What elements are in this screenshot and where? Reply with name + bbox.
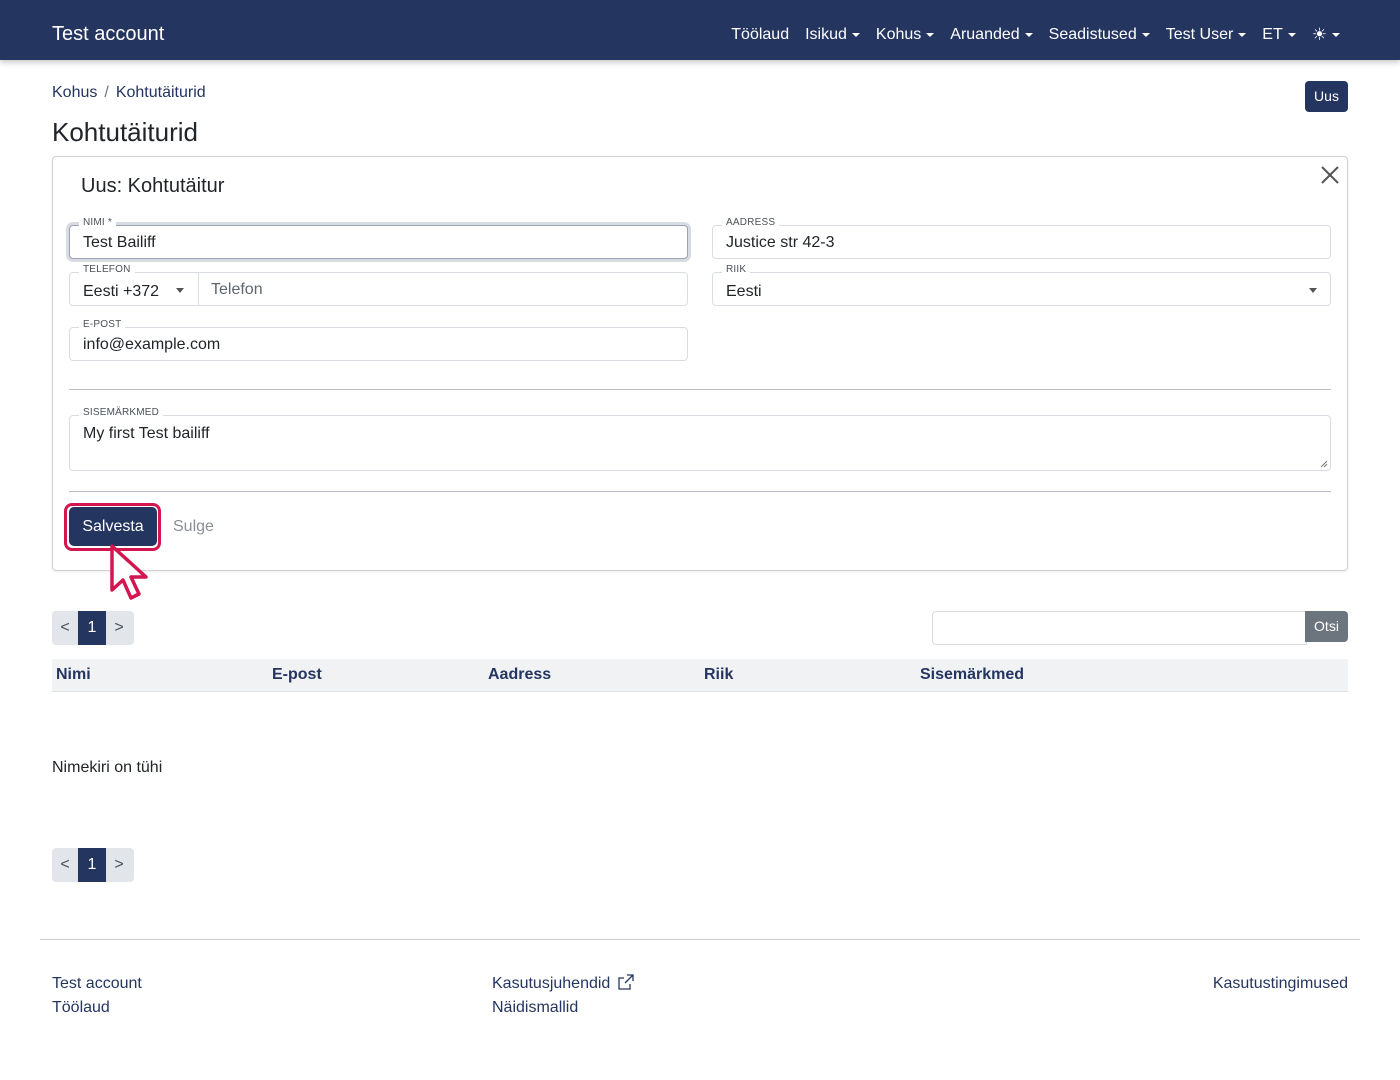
address-label: AADRESS bbox=[722, 217, 780, 229]
nav-item-label: Isikud bbox=[805, 26, 847, 43]
caret-down-icon bbox=[1238, 33, 1247, 37]
caret-down-icon bbox=[1332, 33, 1340, 37]
footer-link-label: Kasutusjuhendid bbox=[492, 975, 611, 992]
theme-toggle[interactable]: ☀ bbox=[1312, 24, 1340, 46]
column-header-name[interactable]: Nimi bbox=[56, 666, 91, 684]
country-select[interactable]: RIIK Eesti bbox=[712, 264, 1331, 306]
nav-item-label: Aruanded bbox=[950, 26, 1020, 43]
nav-item-label: Test User bbox=[1165, 26, 1234, 43]
search-input[interactable] bbox=[932, 611, 1307, 645]
empty-list-message: Nimekiri on tühi bbox=[52, 759, 163, 776]
address-field[interactable]: AADRESS Justice str 42-3 bbox=[712, 217, 1331, 259]
caret-down-icon bbox=[1024, 33, 1033, 37]
name-value: Test Bailiff bbox=[83, 234, 156, 251]
external-link-icon bbox=[618, 974, 634, 990]
nav-item-label: Seadistused bbox=[1048, 26, 1137, 43]
footer-link-terms[interactable]: Kasutustingimused bbox=[1213, 974, 1348, 994]
nav-item-language[interactable]: ET bbox=[1262, 24, 1296, 46]
close-button[interactable]: Sulge bbox=[173, 517, 214, 537]
page-1-button[interactable]: 1 bbox=[78, 848, 106, 882]
form-divider bbox=[69, 491, 1331, 492]
breadcrumb-separator: / bbox=[104, 84, 109, 101]
caret-down-icon bbox=[1287, 33, 1296, 37]
new-bailiff-form-card: Uus: Kohtutäitur NIMI * Test Bailiff AAD… bbox=[52, 156, 1348, 571]
email-label: E-POST bbox=[79, 319, 126, 331]
form-title: Uus: Kohtutäitur bbox=[81, 175, 225, 197]
nav-item-kohus[interactable]: Kohus bbox=[875, 24, 935, 46]
nav-item-label: Töölaud bbox=[731, 26, 790, 43]
nav-item-seadistused[interactable]: Seadistused bbox=[1049, 24, 1150, 46]
country-value: Eesti bbox=[726, 283, 762, 300]
nav-item-aruanded[interactable]: Aruanded bbox=[950, 24, 1033, 46]
sun-icon: ☀ bbox=[1311, 25, 1327, 44]
notes-label: SISEMÄRKMED bbox=[79, 407, 164, 419]
phone-divider bbox=[198, 273, 199, 305]
notes-value: My first Test bailiff bbox=[83, 425, 210, 442]
nav-item-toolaud[interactable]: Töölaud bbox=[731, 24, 789, 46]
next-page-button[interactable]: > bbox=[106, 611, 132, 645]
breadcrumb: Kohus / Kohtutäiturid bbox=[52, 83, 206, 103]
footer-link-manuals[interactable]: Kasutusjuhendid bbox=[492, 974, 634, 994]
footer-divider bbox=[40, 939, 1360, 940]
email-value: info@example.com bbox=[83, 336, 221, 353]
prev-page-button[interactable]: < bbox=[52, 611, 78, 645]
breadcrumb-item-kohus[interactable]: Kohus bbox=[52, 83, 97, 103]
chevron-down-icon bbox=[176, 288, 184, 293]
nav-item-isikud[interactable]: Isikud bbox=[805, 24, 860, 46]
mouse-pointer-icon bbox=[110, 544, 148, 600]
footer-link-dashboard[interactable]: Töölaud bbox=[52, 998, 110, 1018]
caret-down-icon bbox=[926, 33, 935, 37]
top-navbar: Test account Töölaud Isikud Kohus Aruand… bbox=[0, 0, 1400, 60]
nav-item-label: Kohus bbox=[875, 26, 922, 43]
nav-item-user-menu[interactable]: Test User bbox=[1166, 24, 1247, 46]
form-divider bbox=[69, 389, 1331, 390]
resize-handle-icon[interactable] bbox=[1320, 460, 1328, 468]
address-value: Justice str 42-3 bbox=[726, 234, 835, 251]
column-header-notes[interactable]: Sisemärkmed bbox=[920, 666, 1024, 684]
phone-field: TELEFON Eesti +372 Telefon bbox=[69, 264, 688, 306]
email-field[interactable]: E-POST info@example.com bbox=[69, 319, 688, 361]
page-1-button[interactable]: 1 bbox=[78, 611, 106, 645]
phone-input[interactable]: Telefon bbox=[211, 281, 263, 299]
phone-label: TELEFON bbox=[79, 264, 135, 276]
footer-link-templates[interactable]: Näidismallid bbox=[492, 998, 578, 1018]
pagination-bottom: < 1 > bbox=[52, 848, 134, 882]
footer-link-account[interactable]: Test account bbox=[52, 974, 142, 994]
caret-down-icon bbox=[851, 33, 860, 37]
column-header-country[interactable]: Riik bbox=[704, 666, 733, 684]
nav-item-label: ET bbox=[1262, 26, 1283, 43]
close-icon[interactable] bbox=[1318, 163, 1342, 187]
page-title: Kohtutäiturid bbox=[52, 117, 198, 147]
caret-down-icon bbox=[1141, 33, 1150, 37]
name-label: NIMI * bbox=[79, 217, 116, 229]
chevron-down-icon bbox=[1309, 288, 1317, 293]
prev-page-button[interactable]: < bbox=[52, 848, 78, 882]
country-label: RIIK bbox=[722, 264, 751, 276]
next-page-button[interactable]: > bbox=[106, 848, 132, 882]
name-field[interactable]: NIMI * Test Bailiff bbox=[69, 217, 688, 259]
column-header-address[interactable]: Aadress bbox=[488, 666, 551, 684]
nav-menu: Töölaud Isikud Kohus Aruanded Seadistuse… bbox=[731, 24, 1340, 46]
breadcrumb-item-kohtutaiturid[interactable]: Kohtutäiturid bbox=[116, 83, 206, 103]
search-button[interactable]: Otsi bbox=[1305, 611, 1348, 642]
column-header-email[interactable]: E-post bbox=[272, 666, 322, 684]
pagination-top: < 1 > bbox=[52, 611, 134, 645]
table-header: Nimi E-post Aadress Riik Sisemärkmed bbox=[52, 659, 1348, 692]
new-button[interactable]: Uus bbox=[1305, 81, 1348, 112]
brand-link[interactable]: Test account bbox=[52, 22, 164, 46]
phone-country-select[interactable]: Eesti +372 bbox=[83, 283, 159, 301]
notes-textarea[interactable]: SISEMÄRKMED My first Test bailiff bbox=[69, 407, 1331, 471]
